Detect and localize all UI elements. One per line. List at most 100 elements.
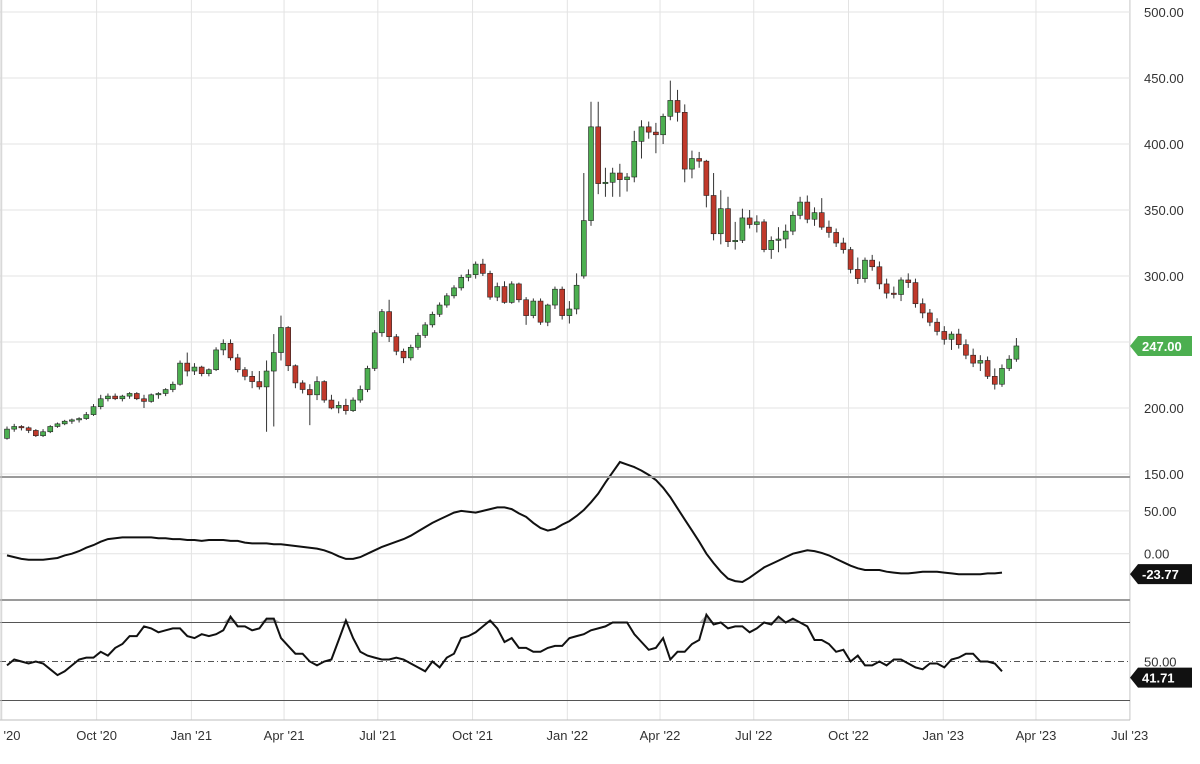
candle-body-down xyxy=(234,357,241,371)
candle xyxy=(689,150,695,179)
candle-body-up xyxy=(40,431,46,437)
candle xyxy=(645,121,652,139)
candle-body-up xyxy=(350,399,356,411)
candle xyxy=(883,278,890,299)
candle xyxy=(105,393,111,402)
candle xyxy=(674,89,681,122)
candle-body-up xyxy=(717,208,724,235)
candle-body-down xyxy=(970,354,976,364)
candle xyxy=(826,220,832,238)
candle-body-down xyxy=(112,395,118,400)
candle-body-down xyxy=(746,217,753,225)
candle-body-down xyxy=(963,344,969,356)
candle xyxy=(184,352,191,377)
candle xyxy=(660,113,666,144)
candle xyxy=(927,309,933,327)
candle xyxy=(580,173,587,279)
candle xyxy=(263,360,270,432)
candle xyxy=(717,190,724,245)
candle-body-down xyxy=(328,399,335,409)
candle xyxy=(451,285,457,299)
rsi-badge-text: 41.71 xyxy=(1142,671,1175,686)
candle-body-up xyxy=(407,346,414,359)
candle-body-up xyxy=(775,238,782,241)
candle xyxy=(523,297,529,325)
candle xyxy=(90,404,97,416)
candle-body-down xyxy=(559,288,565,316)
candle xyxy=(919,298,926,319)
candle-body-down xyxy=(227,343,234,359)
candle-body-down xyxy=(955,333,962,345)
candle xyxy=(40,429,46,438)
candle-body-up xyxy=(1013,345,1020,360)
candle-body-up xyxy=(162,389,169,394)
candle xyxy=(61,419,68,426)
candle xyxy=(833,228,839,247)
candle xyxy=(934,318,940,336)
candle-body-down xyxy=(523,299,529,316)
candle xyxy=(559,286,565,320)
candle xyxy=(335,401,342,414)
candle xyxy=(970,348,976,368)
candle-body-down xyxy=(18,426,25,429)
candle xyxy=(299,380,306,394)
candle-body-up xyxy=(76,418,82,421)
candle-body-down xyxy=(674,100,681,113)
candle-body-up xyxy=(667,100,674,117)
candle-body-up xyxy=(191,366,198,372)
candle xyxy=(761,219,767,253)
x-tick-label: Oct '21 xyxy=(452,728,493,743)
candle-body-down xyxy=(912,282,919,305)
candle xyxy=(292,364,299,389)
candle-body-down xyxy=(681,112,688,170)
candle-body-down xyxy=(480,263,486,274)
candle-body-up xyxy=(206,369,212,374)
candle xyxy=(343,398,349,415)
candle xyxy=(977,355,984,372)
candle xyxy=(768,236,775,259)
candle xyxy=(76,417,82,423)
candle xyxy=(653,122,659,154)
candle xyxy=(364,365,371,393)
candle xyxy=(112,393,118,401)
candle-body-down xyxy=(905,279,912,283)
candle xyxy=(133,392,140,401)
candle xyxy=(148,393,154,403)
candle-body-down xyxy=(833,232,839,244)
x-tick-label: Jan '22 xyxy=(547,728,589,743)
candle-body-up xyxy=(335,405,342,409)
candle xyxy=(379,309,385,337)
x-tick-label: Apr '23 xyxy=(1016,728,1057,743)
candle xyxy=(818,198,825,230)
candle xyxy=(234,353,241,373)
candle xyxy=(617,163,623,197)
candle xyxy=(725,196,731,247)
candle-body-up xyxy=(422,324,428,336)
candle-body-up xyxy=(357,389,364,401)
candle xyxy=(69,418,75,424)
momentum-tick-label: 0.00 xyxy=(1144,547,1169,562)
candle xyxy=(854,257,861,284)
candle-body-down xyxy=(393,336,400,352)
candle-body-down xyxy=(400,350,407,359)
candle xyxy=(552,286,558,309)
candle-body-down xyxy=(934,321,940,332)
candle xyxy=(948,331,955,350)
candle-body-up xyxy=(602,181,609,184)
price-tick-label: 500.00 xyxy=(1144,5,1184,20)
candle-body-up xyxy=(631,141,638,178)
x-tick-label: Apr '21 xyxy=(264,728,305,743)
momentum-line xyxy=(6,460,1003,584)
candle-body-up xyxy=(573,284,580,310)
candle-body-up xyxy=(444,295,450,306)
candle xyxy=(804,195,811,224)
candle-body-down xyxy=(847,249,854,270)
candlestick-series xyxy=(4,80,1020,440)
candle-body-up xyxy=(566,308,573,316)
momentum-badge: -23.77 xyxy=(1130,564,1192,585)
candle-body-up xyxy=(782,230,789,240)
candle-body-down xyxy=(321,381,328,401)
candle xyxy=(797,196,803,220)
candle-body-up xyxy=(97,398,104,407)
candle-body-down xyxy=(516,283,522,301)
